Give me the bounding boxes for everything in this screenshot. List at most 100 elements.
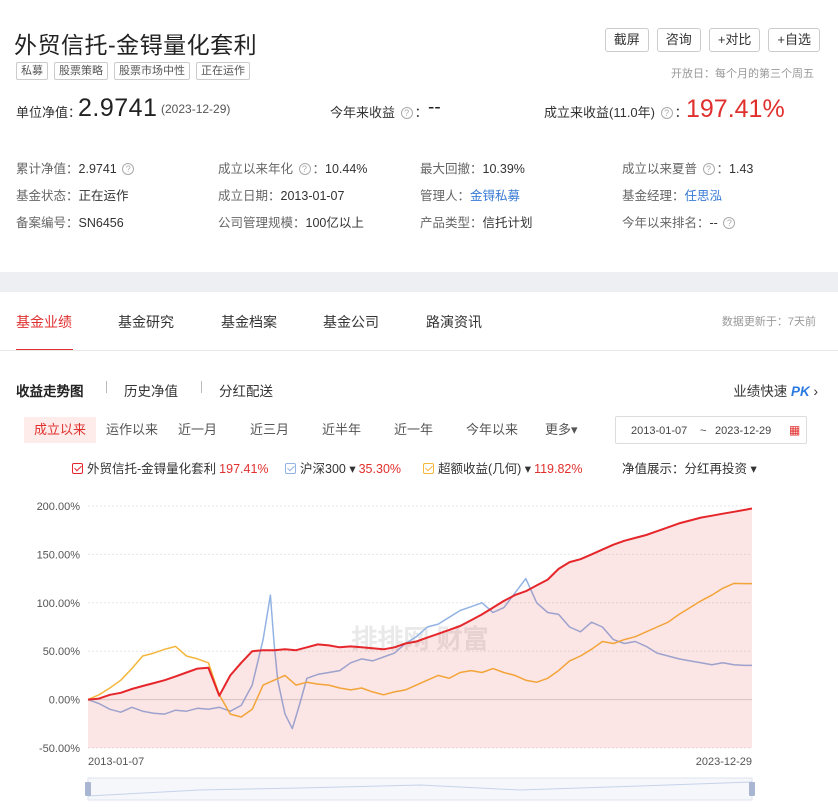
aum-value: 100亿以上 xyxy=(305,216,364,230)
help-icon[interactable]: ? xyxy=(298,163,311,175)
subtab-separator xyxy=(201,381,202,393)
manager-label: 基金经理： xyxy=(622,189,685,203)
inception-label: 成立日期： xyxy=(218,189,281,203)
navigator-left-handle[interactable] xyxy=(85,782,91,796)
legend-fund[interactable]: 外贸信托-金锝量化套利 197.41% xyxy=(72,458,269,477)
y-tick-label: 200.00% xyxy=(37,501,81,513)
x-end-label: 2023-12-29 xyxy=(696,756,752,768)
manager-link[interactable]: 任思泓 xyxy=(685,189,723,203)
quick-pk-link[interactable]: 业绩快速 PK › xyxy=(733,380,818,400)
since-inception-label: 成立来收益(11.0年) xyxy=(544,105,655,120)
legend-fund-pct: 197.41% xyxy=(219,462,269,476)
compare-button[interactable]: +对比 xyxy=(708,28,761,52)
help-icon[interactable]: ? xyxy=(660,107,673,119)
chart-y-axis: 200.00% 150.00% 100.00% 50.00% 0.00% -50.00% xyxy=(37,501,81,755)
period-since-operation[interactable]: 运作以来 xyxy=(96,417,168,443)
y-tick-label: 100.00% xyxy=(37,598,81,610)
date-end: 2023-12-29 xyxy=(715,425,772,437)
date-separator: ~ xyxy=(700,425,707,437)
x-start-label: 2013-01-07 xyxy=(88,756,144,768)
nav-display-select[interactable]: 净值展示：分红再投资 ▾ xyxy=(622,458,757,477)
tag-market-neutral: 股票市场中性 xyxy=(114,62,190,80)
registration-label: 备案编号： xyxy=(16,216,79,230)
registration-value: SN6456 xyxy=(78,216,124,230)
ytd-value: -- xyxy=(428,97,441,118)
navigator-right-handle[interactable] xyxy=(749,782,755,796)
pk-label: PK xyxy=(790,384,810,399)
nav-row: 单位净值： 2.9741 (2023-12-29) 今年来收益 ?： -- 成立… xyxy=(16,94,785,123)
help-icon[interactable]: ? xyxy=(400,107,413,119)
open-day: 开放日：每个月的第三个周五 xyxy=(671,68,814,80)
inception-value: 2013-01-07 xyxy=(280,189,345,203)
nav-display-value: 分红再投资 ▾ xyxy=(684,462,757,476)
cum-nav-label: 累计净值： xyxy=(16,162,79,176)
unit-nav-date: (2023-12-29) xyxy=(161,102,231,116)
legend-hs300[interactable]: 沪深300 ▾ 35.30% xyxy=(285,458,401,477)
tab-divider xyxy=(0,350,838,351)
unit-nav-label: 单位净值： xyxy=(16,105,82,120)
legend-hs300-name: 沪深300 ▾ xyxy=(300,462,356,476)
consult-button[interactable]: 咨询 xyxy=(656,28,701,52)
status-value: 正在运作 xyxy=(78,189,129,203)
annualized-value: 10.44% xyxy=(325,162,368,176)
subtab-history-nav[interactable]: 历史净值 xyxy=(124,380,178,400)
unit-nav-value: 2.9741 xyxy=(78,94,158,122)
legend-excess-name: 超额收益(几何) ▾ xyxy=(438,462,532,476)
manager-company-link[interactable]: 金锝私募 xyxy=(470,189,520,203)
tab-company[interactable]: 基金公司 xyxy=(323,312,379,332)
period-3m[interactable]: 近三月 xyxy=(240,417,299,443)
subtab-dividends[interactable]: 分红配送 xyxy=(219,380,273,400)
product-type-label: 产品类型： xyxy=(420,216,483,230)
help-icon[interactable]: ? xyxy=(723,217,736,229)
screenshot-button[interactable]: 截屏 xyxy=(604,28,649,52)
date-range-picker[interactable]: 2013-01-07 ~ 2023-12-29 ▦ xyxy=(615,416,807,444)
ytd-label: 今年来收益 xyxy=(330,105,396,120)
y-tick-label: -50.00% xyxy=(39,743,80,755)
period-1m[interactable]: 近一月 xyxy=(168,417,227,443)
manager-company-label: 管理人： xyxy=(420,189,471,203)
checkbox-icon[interactable] xyxy=(285,463,296,474)
tag-status: 正在运作 xyxy=(196,62,250,80)
tab-research[interactable]: 基金研究 xyxy=(118,312,174,332)
since-inception-value: 197.41% xyxy=(686,95,785,123)
tab-roadshow[interactable]: 路演资讯 xyxy=(426,312,482,332)
checkbox-icon[interactable] xyxy=(423,463,434,474)
period-ytd[interactable]: 今年以来 xyxy=(456,417,528,443)
help-icon[interactable]: ? xyxy=(122,163,135,175)
fund-tags: 私募 股票策略 股票市场中性 正在运作 xyxy=(16,62,250,80)
tag-strategy: 股票策略 xyxy=(54,62,108,80)
max-drawdown-label: 最大回撤： xyxy=(420,162,483,176)
sharpe-label: 成立以来夏普 xyxy=(622,162,698,176)
max-drawdown-value: 10.39% xyxy=(482,162,525,176)
action-buttons: 截屏 咨询 +对比 +自选 xyxy=(604,28,820,52)
cum-nav-value: 2.9741 xyxy=(78,162,117,176)
watchlist-button[interactable]: +自选 xyxy=(768,28,820,52)
subtab-return-trend[interactable]: 收益走势图 xyxy=(16,380,84,400)
period-more[interactable]: 更多▾ xyxy=(535,417,588,443)
ytd-rank-value: -- xyxy=(709,216,718,230)
tab-profile[interactable]: 基金档案 xyxy=(221,312,277,332)
period-since-inception[interactable]: 成立以来 xyxy=(24,417,97,443)
nav-display-label: 净值展示： xyxy=(622,462,685,476)
legend-excess-pct: 119.82% xyxy=(534,462,583,476)
period-1y[interactable]: 近一年 xyxy=(384,417,443,443)
date-start: 2013-01-07 xyxy=(631,425,688,437)
aum-label: 公司管理规模： xyxy=(218,216,306,230)
fund-title: 外贸信托-金锝量化套利 xyxy=(14,32,258,58)
period-6m[interactable]: 近半年 xyxy=(312,417,371,443)
sharpe-value: 1.43 xyxy=(729,162,754,176)
legend-excess[interactable]: 超额收益(几何) ▾ 119.82% xyxy=(423,458,583,477)
ytd-rank-label: 今年以来排名： xyxy=(622,216,710,230)
legend-fund-name: 外贸信托-金锝量化套利 xyxy=(87,462,217,476)
checkbox-icon[interactable] xyxy=(72,463,83,474)
chart-navigator[interactable] xyxy=(85,777,755,801)
calendar-icon[interactable]: ▦ xyxy=(789,423,800,437)
product-type-value: 信托计划 xyxy=(482,216,533,230)
status-label: 基金状态： xyxy=(16,189,79,203)
tag-private: 私募 xyxy=(16,62,48,80)
tab-performance[interactable]: 基金业绩 xyxy=(16,312,72,332)
quick-pk-label: 业绩快速 xyxy=(733,384,788,399)
help-icon[interactable]: ? xyxy=(702,163,715,175)
fund-info-grid: 累计净值：2.9741 ? 成立以来年化 ? ：10.44% 最大回撤：10.39… xyxy=(16,162,754,230)
y-tick-label: 150.00% xyxy=(37,549,81,561)
